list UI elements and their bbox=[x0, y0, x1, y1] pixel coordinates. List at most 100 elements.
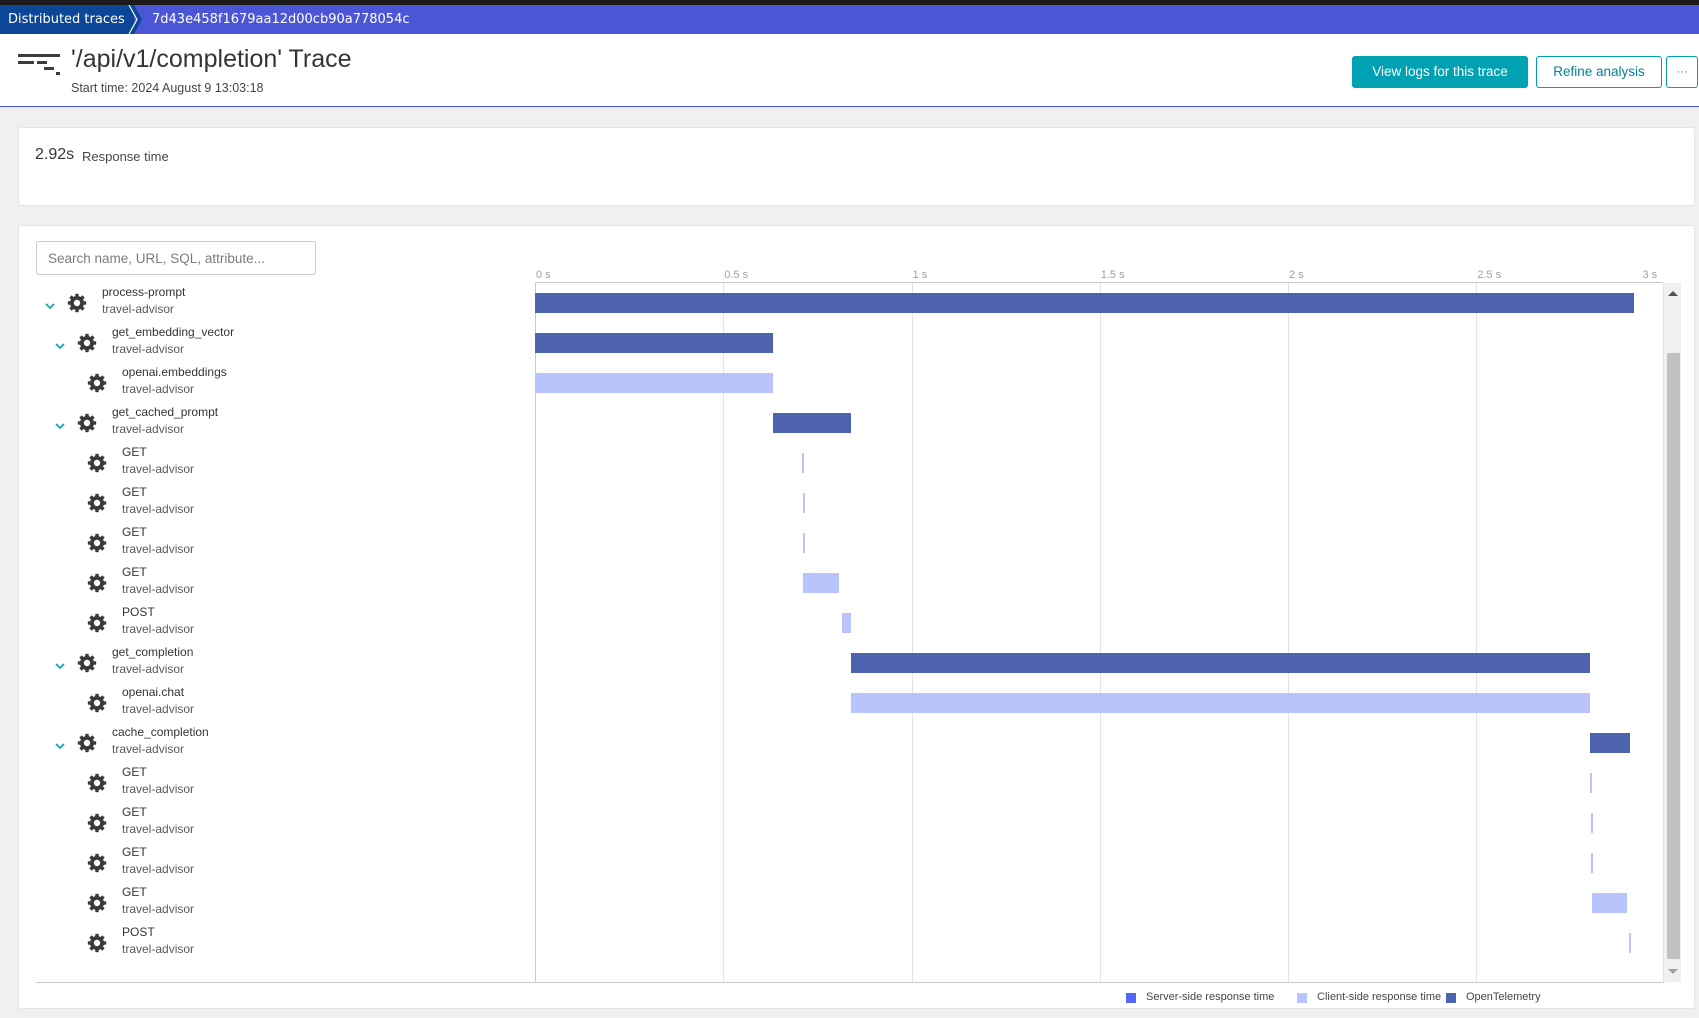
span-service: travel-advisor bbox=[112, 662, 185, 676]
span-row[interactable]: GET travel-advisor bbox=[19, 763, 519, 803]
span-bar-client[interactable] bbox=[851, 693, 1590, 713]
span-row[interactable]: openai.chat travel-advisor bbox=[19, 683, 519, 723]
span-bar-client[interactable] bbox=[1590, 813, 1593, 833]
vertical-scrollbar[interactable] bbox=[1663, 283, 1681, 982]
span-service: travel-advisor bbox=[112, 742, 185, 756]
scroll-up-arrow-icon[interactable] bbox=[1668, 291, 1678, 296]
span-bar-client[interactable] bbox=[1592, 893, 1627, 913]
legend-label: Client-side response time bbox=[1317, 991, 1442, 1003]
tick-label: 1.5 s bbox=[1100, 269, 1125, 281]
chevron-down-icon[interactable] bbox=[54, 417, 66, 430]
span-row[interactable]: GET travel-advisor bbox=[19, 843, 519, 883]
span-name[interactable]: openai.embeddings bbox=[122, 365, 227, 379]
span-service: travel-advisor bbox=[122, 902, 195, 916]
span-row[interactable]: GET travel-advisor bbox=[19, 523, 519, 563]
span-row[interactable]: POST travel-advisor bbox=[19, 923, 519, 963]
tick-label: 1 s bbox=[912, 269, 928, 281]
span-bar-opentelemetry[interactable] bbox=[535, 293, 1635, 313]
span-bar-client[interactable] bbox=[1629, 933, 1632, 953]
span-row[interactable]: GET travel-advisor bbox=[19, 883, 519, 923]
span-row[interactable]: POST travel-advisor bbox=[19, 603, 519, 643]
span-row[interactable]: GET travel-advisor bbox=[19, 483, 519, 523]
span-name[interactable]: cache_completion bbox=[112, 725, 209, 739]
scroll-down-arrow-icon[interactable] bbox=[1668, 969, 1678, 974]
span-bar-opentelemetry[interactable] bbox=[773, 413, 852, 433]
service-gear-icon bbox=[87, 813, 107, 833]
span-bar-client[interactable] bbox=[841, 613, 852, 633]
span-name[interactable]: GET bbox=[122, 885, 147, 899]
span-bar-opentelemetry[interactable] bbox=[851, 653, 1590, 673]
timeline-bottom-border bbox=[36, 982, 1664, 983]
span-search-input[interactable] bbox=[36, 241, 316, 275]
span-service: travel-advisor bbox=[122, 582, 195, 596]
legend-swatch bbox=[1297, 993, 1307, 1003]
span-name[interactable]: process-prompt bbox=[102, 285, 185, 299]
span-bar-client[interactable] bbox=[802, 533, 805, 553]
tick-label: 2.5 s bbox=[1477, 269, 1502, 281]
service-gear-icon bbox=[77, 653, 97, 673]
span-name[interactable]: get_cached_prompt bbox=[112, 405, 218, 419]
chevron-down-icon[interactable] bbox=[44, 297, 56, 310]
service-gear-icon bbox=[87, 493, 107, 513]
span-row[interactable]: openai.embeddings travel-advisor bbox=[19, 363, 519, 403]
distributed-trace-icon bbox=[18, 54, 60, 75]
span-name[interactable]: openai.chat bbox=[122, 685, 184, 699]
span-name[interactable]: GET bbox=[122, 565, 147, 579]
span-name[interactable]: POST bbox=[122, 605, 155, 619]
span-name[interactable]: GET bbox=[122, 485, 147, 499]
span-name[interactable]: GET bbox=[122, 805, 147, 819]
span-name[interactable]: get_completion bbox=[112, 645, 193, 659]
span-row[interactable]: get_completion travel-advisor bbox=[19, 643, 519, 683]
service-gear-icon bbox=[87, 933, 107, 953]
service-gear-icon bbox=[87, 613, 107, 633]
response-time-value: 2.92s bbox=[35, 146, 75, 163]
refine-analysis-button[interactable]: Refine analysis bbox=[1536, 56, 1662, 88]
chevron-down-icon[interactable] bbox=[54, 337, 66, 350]
span-row[interactable]: GET travel-advisor bbox=[19, 443, 519, 483]
span-bar-client[interactable] bbox=[535, 373, 774, 393]
legend-label: Server-side response time bbox=[1146, 991, 1275, 1003]
chevron-down-icon[interactable] bbox=[54, 657, 66, 670]
span-bar-client[interactable] bbox=[1589, 773, 1592, 793]
breadcrumb-trace-id: 7d43e458f1679aa12d00cb90a778054c bbox=[152, 12, 410, 27]
response-time-card: 2.92s Response time bbox=[18, 127, 1695, 206]
span-bar-opentelemetry[interactable] bbox=[1589, 733, 1630, 753]
span-bar-client[interactable] bbox=[803, 573, 840, 593]
span-name[interactable]: POST bbox=[122, 925, 155, 939]
span-bar-opentelemetry[interactable] bbox=[535, 333, 774, 353]
span-service: travel-advisor bbox=[112, 342, 185, 356]
span-row[interactable]: get_cached_prompt travel-advisor bbox=[19, 403, 519, 443]
service-gear-icon bbox=[67, 293, 87, 313]
legend-label: OpenTelemetry bbox=[1466, 991, 1541, 1003]
span-name[interactable]: GET bbox=[122, 445, 147, 459]
span-name[interactable]: GET bbox=[122, 765, 147, 779]
breadcrumb-distributed-traces[interactable]: Distributed traces bbox=[0, 5, 134, 34]
gridline bbox=[1099, 283, 1101, 983]
service-gear-icon bbox=[87, 453, 107, 473]
service-gear-icon bbox=[87, 853, 107, 873]
span-bar-client[interactable] bbox=[1590, 853, 1593, 873]
span-service: travel-advisor bbox=[122, 782, 195, 796]
span-service: travel-advisor bbox=[122, 542, 195, 556]
span-bar-client[interactable] bbox=[802, 493, 805, 513]
service-gear-icon bbox=[87, 893, 107, 913]
span-name[interactable]: GET bbox=[122, 845, 147, 859]
service-gear-icon bbox=[77, 733, 97, 753]
span-name[interactable]: GET bbox=[122, 525, 147, 539]
gridline bbox=[1288, 283, 1289, 983]
span-row[interactable]: cache_completion travel-advisor bbox=[19, 723, 519, 763]
scrollbar-thumb[interactable] bbox=[1667, 353, 1680, 959]
span-name[interactable]: get_embedding_vector bbox=[112, 325, 234, 339]
legend-swatch bbox=[1446, 993, 1456, 1003]
span-row[interactable]: GET travel-advisor bbox=[19, 563, 519, 603]
tick-label: 0.5 s bbox=[724, 269, 749, 281]
span-row[interactable]: process-prompt travel-advisor bbox=[19, 283, 519, 323]
span-bar-client[interactable] bbox=[801, 453, 804, 473]
more-actions-button[interactable]: ··· bbox=[1666, 56, 1698, 88]
view-logs-button[interactable]: View logs for this trace bbox=[1352, 56, 1528, 88]
span-service: travel-advisor bbox=[122, 942, 195, 956]
chevron-down-icon[interactable] bbox=[54, 737, 66, 750]
span-row[interactable]: GET travel-advisor bbox=[19, 803, 519, 843]
page-header: '/api/v1/completion' Trace Start time: 2… bbox=[0, 34, 1699, 107]
span-row[interactable]: get_embedding_vector travel-advisor bbox=[19, 323, 519, 363]
